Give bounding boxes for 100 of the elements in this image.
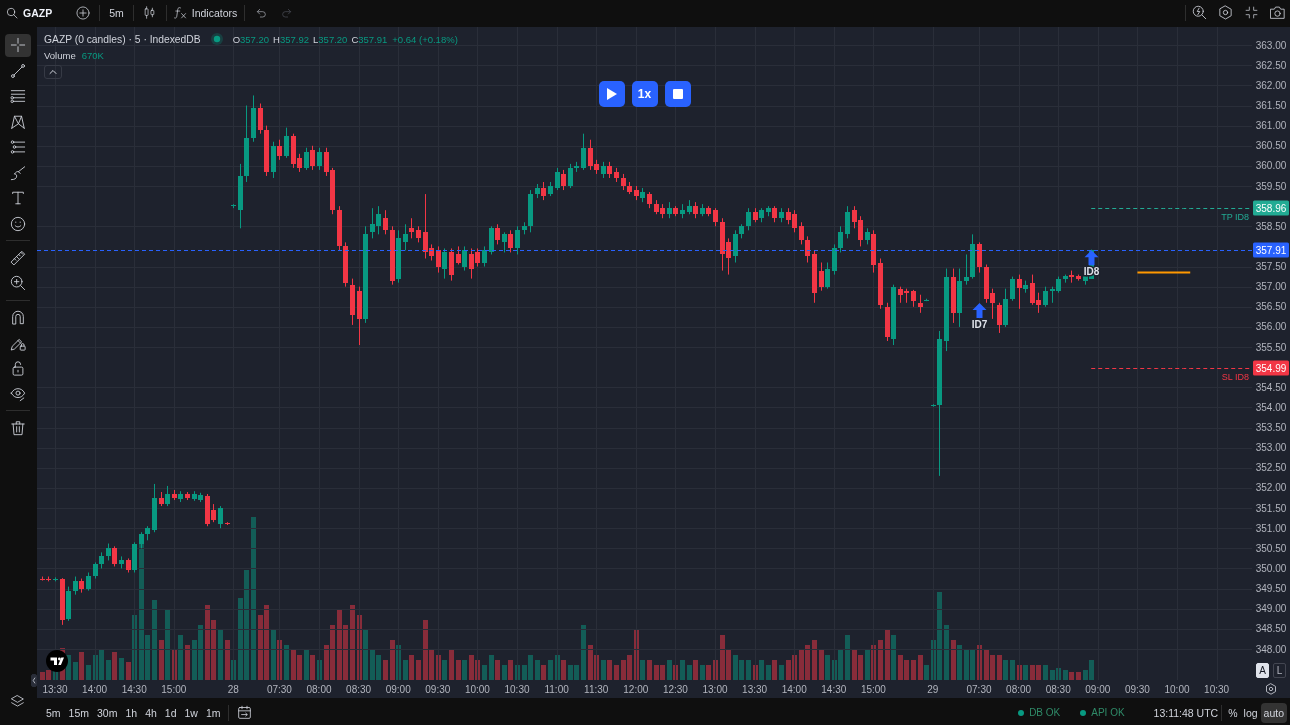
ohlc-key: C xyxy=(351,33,359,45)
settings-icon xyxy=(1217,5,1233,20)
candle xyxy=(1043,286,1048,308)
indicators-button[interactable]: Indicators xyxy=(169,1,242,24)
candle xyxy=(845,205,850,239)
price-axis-label: 350.00 xyxy=(1255,563,1287,574)
tool-button[interactable] xyxy=(4,33,31,57)
price-axis-label: 349.50 xyxy=(1255,583,1287,595)
candlesticks-icon xyxy=(143,6,157,19)
search-icon xyxy=(6,6,18,19)
range-button[interactable]: 5m xyxy=(42,701,65,724)
price-axis-label: 362.00 xyxy=(1255,79,1287,91)
zigzag-pattern-icon xyxy=(9,113,26,130)
price-axis-label: 358.50 xyxy=(1255,220,1287,232)
brush-icon xyxy=(9,164,26,181)
range-button[interactable]: 30m xyxy=(93,701,122,724)
time-axis-label: 29 xyxy=(927,684,939,695)
candle xyxy=(350,278,355,326)
candle xyxy=(86,572,91,592)
camera-icon xyxy=(1269,5,1285,20)
range-button[interactable]: 1h xyxy=(121,701,142,724)
crosshair-icon xyxy=(9,37,26,53)
magnifier-bolt-icon xyxy=(1191,5,1207,20)
price-axis-label: 352.50 xyxy=(1255,462,1287,474)
volume-label: Volume xyxy=(44,49,76,61)
price-axis-label: 360.50 xyxy=(1255,140,1287,152)
trash-icon xyxy=(9,419,26,436)
time-axis-label: 10:00 xyxy=(1164,684,1190,695)
clock-text: 13:11:48 UTC xyxy=(1153,706,1219,719)
candle xyxy=(647,191,652,209)
ohlc-key: H xyxy=(273,33,280,45)
time-axis-label: 08:30 xyxy=(1045,684,1071,695)
time-axis-label: 15:00 xyxy=(161,684,187,695)
ruler-icon xyxy=(9,249,26,266)
status-dot-icon xyxy=(210,33,223,45)
range-button[interactable]: 1d xyxy=(160,701,181,724)
candle xyxy=(284,127,289,159)
ohlc-key: O xyxy=(232,33,240,45)
price-axis-label: 359.50 xyxy=(1255,180,1287,192)
time-axis-label: 08:00 xyxy=(306,684,332,695)
collapse-legend-button[interactable] xyxy=(44,65,62,79)
interval-button[interactable]: 5m xyxy=(103,1,130,24)
text-tool-icon xyxy=(9,190,26,206)
dotted-lines-icon xyxy=(9,139,26,155)
time-axis-label: 10:00 xyxy=(464,684,490,695)
time-axis-label: 13:00 xyxy=(702,684,728,695)
candle xyxy=(152,483,157,533)
scale-mode-button[interactable]: A xyxy=(1256,663,1269,678)
scale-toggle-button[interactable]: auto xyxy=(1260,702,1287,723)
smiley-icon xyxy=(9,215,26,232)
range-button[interactable]: 1m xyxy=(201,701,225,724)
ohlc-key: L xyxy=(313,33,319,45)
time-axis-label: 12:00 xyxy=(623,684,649,695)
time-axis-label: 14:00 xyxy=(781,684,807,695)
fullscreen-exit-icon xyxy=(1244,6,1258,19)
time-axis-label: 14:00 xyxy=(82,684,108,695)
ohlc-value: 357.91 xyxy=(358,33,388,45)
stop-button[interactable] xyxy=(664,81,691,107)
line-label: TP ID8 xyxy=(1221,211,1249,222)
price-axis-label: 356.50 xyxy=(1255,301,1287,313)
symbol-search-button[interactable]: GAZP xyxy=(2,1,57,24)
speed-button[interactable]: 1x xyxy=(631,81,658,107)
price-axis-label: 350.50 xyxy=(1255,542,1287,554)
range-button[interactable]: 1w xyxy=(180,701,202,724)
price-change: +0.64 (+0.18%) xyxy=(392,33,458,45)
status-text: API OK xyxy=(1091,707,1125,718)
play-button[interactable] xyxy=(598,81,625,107)
status-text: DB OK xyxy=(1029,707,1061,718)
redo-icon xyxy=(281,6,294,19)
chart-title: GAZP (0 candles) · 5 · IndexedDB xyxy=(44,33,201,45)
price-axis-label: 354.00 xyxy=(1255,401,1287,413)
candle xyxy=(713,207,718,227)
time-axis-label: 14:30 xyxy=(821,684,847,695)
price-axis-label: 361.50 xyxy=(1255,100,1287,111)
scale-toggle-button[interactable]: log xyxy=(1240,702,1261,723)
function-icon xyxy=(173,6,187,19)
candle xyxy=(680,203,685,219)
price-axis-label: 354.50 xyxy=(1255,381,1287,393)
ohlc-value: 357.20 xyxy=(318,33,348,45)
time-axis-label: 08:30 xyxy=(346,684,372,695)
price-axis-label: 356.00 xyxy=(1255,321,1287,333)
candle xyxy=(383,209,388,235)
candle xyxy=(251,94,256,143)
range-button[interactable]: 15m xyxy=(64,701,94,724)
candle xyxy=(977,241,982,274)
price-axis-label: 352.00 xyxy=(1255,482,1287,494)
candle xyxy=(515,225,520,255)
scale-mode-button[interactable]: L xyxy=(1273,663,1286,678)
candle xyxy=(218,505,223,529)
price-axis-label: 349.00 xyxy=(1255,603,1287,615)
volume-value: 670K xyxy=(81,49,104,61)
range-button[interactable]: 4h xyxy=(141,701,161,724)
scale-toggle-button[interactable]: % xyxy=(1225,702,1241,723)
time-axis-label: 10:30 xyxy=(1204,684,1230,695)
candle xyxy=(482,245,487,268)
time-axis-label: 12:30 xyxy=(662,684,688,695)
ohlc-value: 357.92 xyxy=(279,33,309,45)
time-axis-label: 10:30 xyxy=(504,684,530,695)
price-axis-label: 351.50 xyxy=(1255,502,1287,514)
magnet-icon xyxy=(9,309,26,325)
